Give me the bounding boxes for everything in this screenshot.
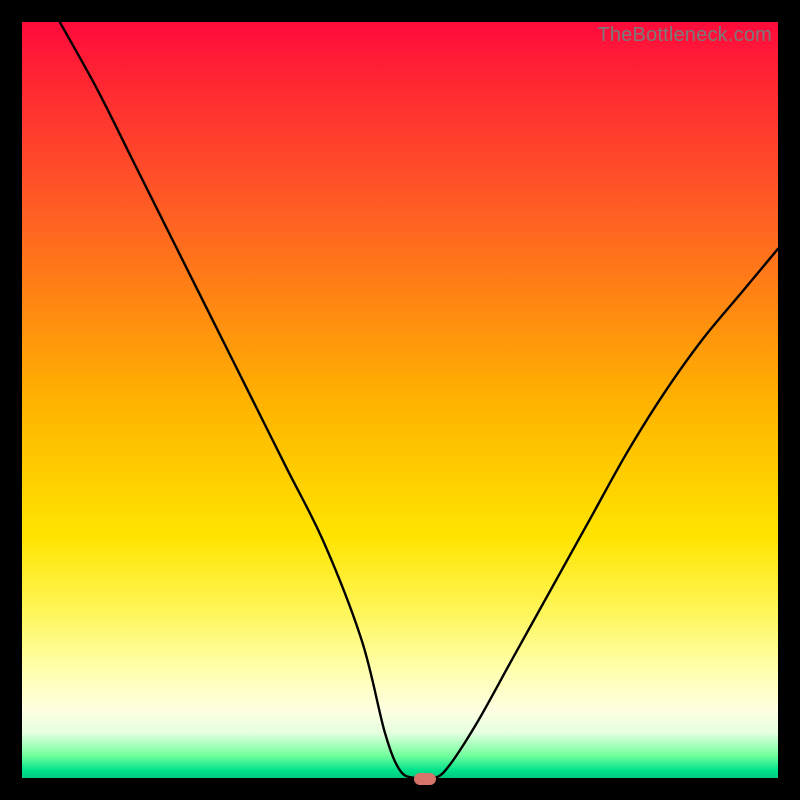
plot-area: TheBottleneck.com bbox=[20, 20, 780, 780]
chart-frame: TheBottleneck.com bbox=[0, 0, 800, 800]
sweet-spot-marker bbox=[414, 773, 436, 785]
bottleneck-curve bbox=[22, 22, 778, 778]
watermark: TheBottleneck.com bbox=[597, 24, 772, 47]
